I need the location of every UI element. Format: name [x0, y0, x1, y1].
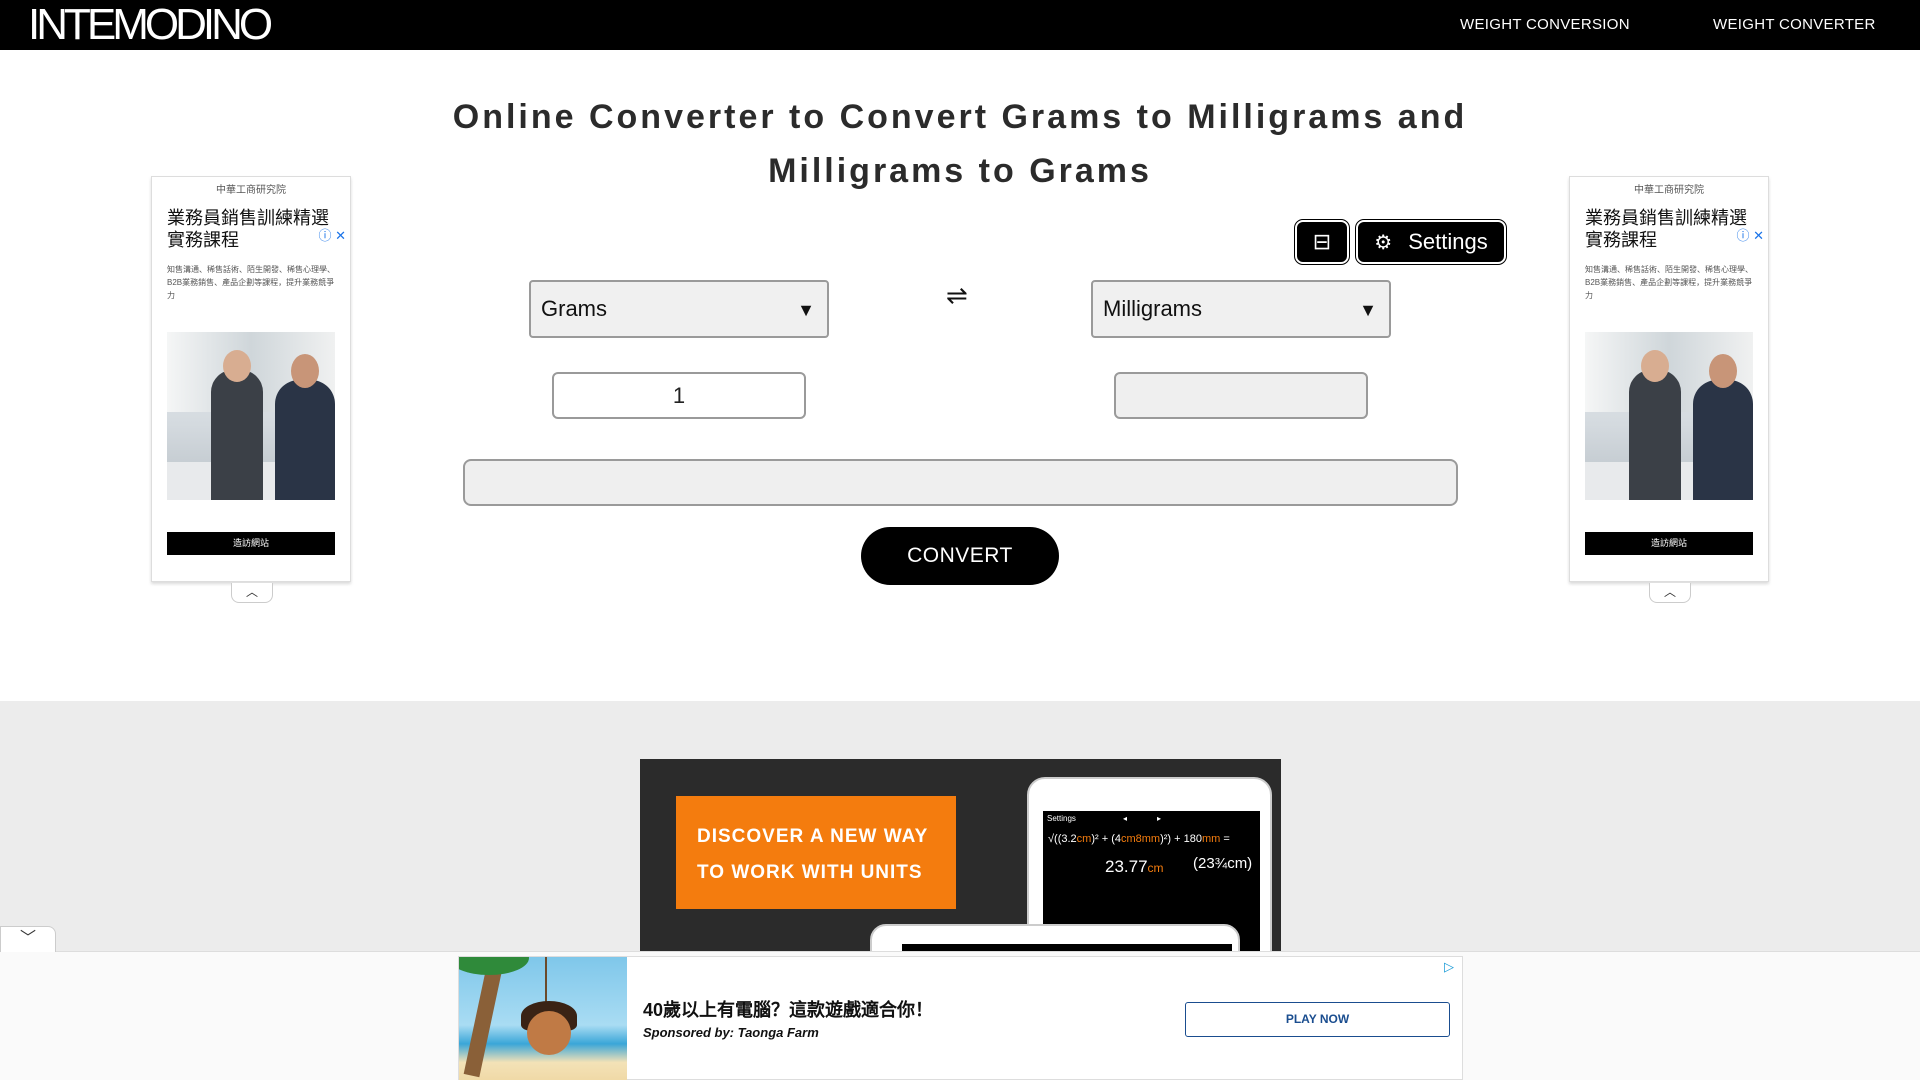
dropdown-arrow-icon: ▼ — [797, 300, 815, 320]
settings-button[interactable]: ⚙ Settings — [1355, 219, 1507, 265]
to-value-output[interactable] — [1114, 372, 1368, 419]
nav-weight-conversion[interactable]: WEIGHT CONVERSION — [1460, 16, 1630, 33]
ad-title[interactable]: 40歲以上有電腦？這款遊戲適合你！ — [643, 996, 933, 1022]
side-ad-right[interactable]: 中華工商研究院 業務員銷售訓練精選實務課程 ⓘ ✕ 知售溝通、稀售話術、陌生開發… — [1569, 176, 1769, 603]
from-unit-select[interactable]: Grams ▼ — [529, 280, 829, 338]
ad-visit-button[interactable]: 造訪網站 — [1585, 532, 1753, 555]
chevron-up-icon[interactable]: ︿ — [1649, 583, 1691, 603]
ad-choices-icon[interactable]: ⓘ ✕ — [318, 225, 346, 244]
ad-description: 知售溝通、稀售話術、陌生開發、稀售心理學、B2B業務銷售、產品企劃等課程，提升業… — [1585, 265, 1753, 300]
ad-sponsor: Sponsored by: Taonga Farm — [643, 1025, 819, 1040]
page-title: Online Converter to Convert Grams to Mil… — [452, 98, 1468, 190]
ad-photo[interactable] — [1585, 332, 1753, 500]
ad-choices-icon[interactable]: ▷ — [1444, 959, 1454, 975]
from-unit-value: Grams — [541, 296, 607, 321]
screen-nav-icons: ◂▸ — [1123, 814, 1192, 823]
screen-fraction: (23¾cm) — [1193, 855, 1253, 872]
nav-weight-converter[interactable]: WEIGHT CONVERTER — [1713, 16, 1876, 33]
screen-formula: √((3.2cm)² + (4cm8mm)²) + 180mm = — [1048, 833, 1230, 845]
screen-result: 23.77cm — [1105, 857, 1164, 876]
formula-output[interactable] — [463, 459, 1458, 506]
promo-line-2: TO WORK WITH UNITS — [697, 862, 923, 883]
play-now-button[interactable]: PLAY NOW — [1185, 1002, 1450, 1037]
promo-text: DISCOVER A NEW WAY TO WORK WITH UNITS — [697, 819, 947, 891]
collapse-panel-button[interactable]: ⊟ — [1294, 219, 1350, 265]
sticky-ad[interactable]: 40歲以上有電腦？這款遊戲適合你！ Sponsored by: Taonga F… — [458, 956, 1463, 1080]
convert-button[interactable]: CONVERT — [861, 527, 1059, 585]
ad-headline[interactable]: 業務員銷售訓練精選實務課程 — [167, 207, 337, 251]
settings-label: Settings — [1408, 229, 1488, 254]
from-value-input[interactable]: 1 — [552, 372, 806, 419]
ad-description: 知售溝通、稀售話術、陌生開發、稀售心理學、B2B業務銷售、產品企劃等課程，提升業… — [167, 265, 335, 300]
promo-line-1: DISCOVER A NEW WAY — [697, 826, 929, 847]
chevron-down-icon[interactable]: ﹀ — [0, 926, 56, 952]
side-ad-left[interactable]: 中華工商研究院 業務員銷售訓練精選實務課程 ⓘ ✕ 知售溝通、稀售話術、陌生開發… — [151, 176, 351, 603]
swap-units-icon[interactable]: ⇌ — [946, 280, 968, 311]
ad-thumbnail[interactable] — [459, 957, 627, 1080]
ad-photo[interactable] — [167, 332, 335, 500]
collapse-icon: ⊟ — [1312, 229, 1332, 254]
ad-choices-icon[interactable]: ⓘ ✕ — [1736, 225, 1764, 244]
to-unit-value: Milligrams — [1103, 296, 1202, 321]
ad-headline[interactable]: 業務員銷售訓練精選實務課程 — [1585, 207, 1755, 251]
ad-visit-button[interactable]: 造訪網站 — [167, 532, 335, 555]
chevron-up-icon[interactable]: ︿ — [231, 583, 273, 603]
ad-advertiser: 中華工商研究院 — [216, 185, 286, 196]
site-logo[interactable]: INTEMODINO — [28, 2, 273, 48]
dropdown-arrow-icon: ▼ — [1359, 300, 1377, 320]
screen-settings-label: Settings — [1047, 814, 1076, 823]
to-unit-select[interactable]: Milligrams ▼ — [1091, 280, 1391, 338]
gear-icon: ⚙ — [1374, 231, 1393, 254]
top-navbar: INTEMODINO WEIGHT CONVERSION WEIGHT CONV… — [0, 0, 1920, 50]
ad-advertiser: 中華工商研究院 — [1634, 185, 1704, 196]
